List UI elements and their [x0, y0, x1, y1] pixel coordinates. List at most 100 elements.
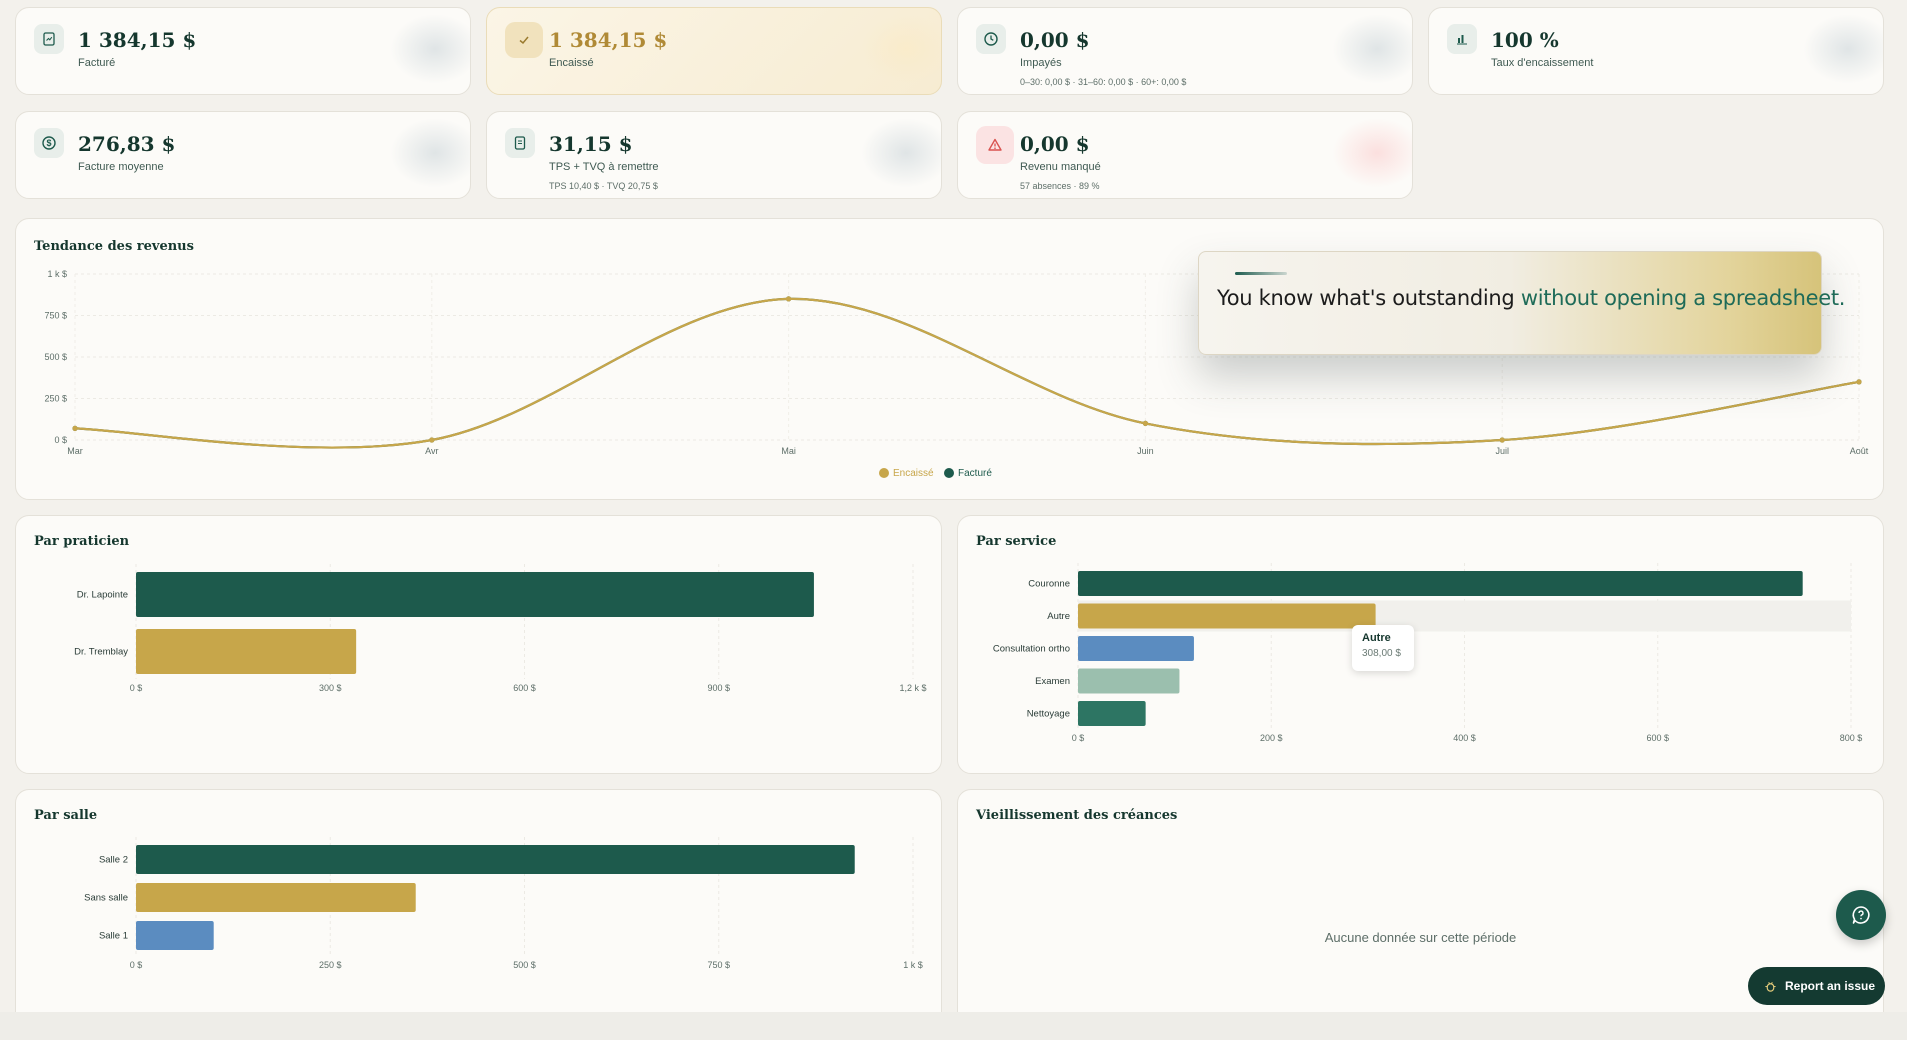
- x-tick-label: 0 $: [130, 683, 143, 693]
- kpi-value: 276,83 $: [78, 132, 176, 156]
- x-tick-label: 800 $: [1840, 733, 1863, 743]
- kpi-label: Facturé: [78, 57, 116, 69]
- x-tick-label: 750 $: [707, 960, 730, 970]
- kpi-label: Impayés: [1020, 57, 1062, 69]
- by-service-panel: Par service 0 $200 $400 $600 $800 $ Couro…: [957, 515, 1884, 774]
- x-tick-label: 600 $: [1646, 733, 1669, 743]
- x-tick-label: 0 $: [1072, 733, 1085, 743]
- bar-0: [136, 572, 814, 617]
- bar-1: [136, 629, 357, 674]
- data-point: [1856, 379, 1862, 385]
- report-issue-label: Report an issue: [1785, 979, 1876, 993]
- bar-chart-icon: [1447, 24, 1477, 54]
- x-tick-label: 300 $: [319, 683, 342, 693]
- x-tick-label: 900 $: [707, 683, 730, 693]
- x-tick-label: 400 $: [1453, 733, 1476, 743]
- category-label: Sans salle: [84, 893, 128, 904]
- by-practitioner-panel: Par praticien 0 $300 $600 $900 $1,2 k $ D…: [15, 515, 942, 774]
- x-tick-label: 1,2 k $: [899, 683, 926, 693]
- by-service-chart: 0 $ 200 $ 400 $ 600 $ 800 $ Couronne Autre Cons…: [993, 563, 1863, 743]
- bar-4: [1078, 701, 1146, 726]
- kpi-value: 0,00 $: [1020, 28, 1090, 52]
- bar-2: [136, 921, 214, 950]
- category-label: Couronne: [1028, 579, 1070, 590]
- bar-2: [1078, 636, 1194, 661]
- x-tick-label: 1 k $: [903, 960, 923, 970]
- category-label: Examen: [1035, 676, 1070, 687]
- bug-icon: [1765, 981, 1776, 992]
- kpi-sub: TPS 10,40 $ · TVQ 20,75 $: [549, 181, 658, 191]
- y-tick-label: 500 $: [44, 352, 67, 362]
- kpi-card-average-invoice: $ 276,83 $ Facture moyenne: [15, 111, 471, 199]
- svg-text:$: $: [46, 138, 51, 148]
- category-label: Salle 1: [99, 931, 128, 942]
- x-tick-label: Avr: [425, 446, 438, 456]
- kpi-value: 0,00 $: [1020, 132, 1090, 156]
- kpi-label: Facture moyenne: [78, 161, 164, 173]
- panel-title: Vieillissement des créances: [976, 808, 1178, 823]
- x-tick-label: Mai: [781, 446, 796, 456]
- receivables-aging-panel: Vieillissement des créances Aucune donné…: [957, 789, 1884, 1029]
- category-label: Salle 2: [99, 855, 128, 866]
- category-label: Dr. Tremblay: [74, 647, 128, 658]
- y-tick-label: 750 $: [44, 311, 67, 321]
- chat-question-icon: [1852, 906, 1870, 924]
- y-tick-label: 0 $: [54, 435, 67, 445]
- clock-icon: [976, 24, 1006, 54]
- receipt-icon: [505, 128, 535, 158]
- callout-text: You know what's outstanding without open…: [1217, 286, 1846, 310]
- x-tick-label: 500 $: [513, 960, 536, 970]
- by-room-panel: Par salle 0 $250 $500 $750 $1 k $ Salle 2…: [15, 789, 942, 1029]
- tooltip-label: Autre: [1362, 632, 1391, 644]
- y-tick-label: 250 $: [44, 394, 67, 404]
- dollar-icon: $: [34, 128, 64, 158]
- data-point: [1142, 420, 1148, 426]
- x-tick-label: Juin: [1137, 446, 1154, 456]
- legend-swatch-billed: [944, 468, 954, 478]
- kpi-card-unpaid: 0,00 $ Impayés 0–30: 0,00 $ · 31–60: 0,0…: [957, 7, 1413, 95]
- bar-3: [1078, 668, 1180, 694]
- check-icon: [505, 22, 543, 58]
- data-point: [1499, 437, 1505, 443]
- kpi-sub: 0–30: 0,00 $ · 31–60: 0,00 $ · 60+: 0,00…: [1020, 77, 1187, 87]
- y-tick-label: 1 k $: [47, 269, 67, 279]
- kpi-card-missed-revenue: 0,00 $ Revenu manqué 57 absences · 89 %: [957, 111, 1413, 199]
- legend-swatch-collected: [879, 468, 889, 478]
- by-room-chart: 0 $ 250 $ 500 $ 750 $ 1 k $ Salle 2 Sans salle…: [84, 837, 923, 970]
- category-label: Nettoyage: [1027, 709, 1070, 720]
- invoice-icon: [34, 24, 64, 54]
- kpi-label: Encaissé: [549, 57, 594, 69]
- category-label: Consultation ortho: [993, 644, 1070, 655]
- kpi-label: Revenu manqué: [1020, 161, 1101, 173]
- data-point: [429, 437, 435, 443]
- category-label: Dr. Lapointe: [77, 590, 128, 601]
- bar-1: [136, 883, 416, 912]
- category-label: Autre: [1047, 611, 1070, 622]
- callout-accent-line: [1235, 272, 1287, 275]
- report-issue-button[interactable]: Report an issue: [1748, 967, 1885, 1005]
- legend-label-billed: Facturé: [958, 468, 992, 479]
- legend-label-collected: Encaissé: [893, 468, 934, 479]
- x-tick-label: Mar: [67, 446, 83, 456]
- kpi-card-collection-rate: 100 % Taux d'encaissement: [1428, 7, 1884, 95]
- help-chat-button[interactable]: [1836, 890, 1886, 940]
- kpi-value: 100 %: [1491, 28, 1559, 52]
- data-point: [786, 296, 792, 302]
- chart-tooltip: Autre 308,00 $: [1352, 625, 1414, 671]
- bar-0: [1078, 571, 1803, 596]
- kpi-card-taxes: 31,15 $ TPS + TVQ à remettre TPS 10,40 $…: [486, 111, 942, 199]
- data-point: [72, 425, 78, 431]
- empty-state-message: Aucune donnée sur cette période: [1324, 930, 1517, 945]
- x-tick-label: 250 $: [319, 960, 342, 970]
- bottom-bar: [0, 1012, 1907, 1040]
- bar-0: [136, 845, 855, 874]
- kpi-label: Taux d'encaissement: [1491, 57, 1594, 69]
- kpi-value: 1 384,15 $: [549, 28, 668, 52]
- x-tick-label: 200 $: [1260, 733, 1283, 743]
- kpi-value: 1 384,15 $: [78, 28, 197, 52]
- by-practitioner-chart: 0 $ 300 $ 600 $ 900 $ 1,2 k $ Dr. Lapointe Dr.…: [74, 564, 927, 693]
- x-tick-label: 0 $: [130, 960, 143, 970]
- kpi-sub: 57 absences · 89 %: [1020, 181, 1100, 191]
- kpi-value: 31,15 $: [549, 132, 633, 156]
- kpi-label: TPS + TVQ à remettre: [549, 161, 659, 173]
